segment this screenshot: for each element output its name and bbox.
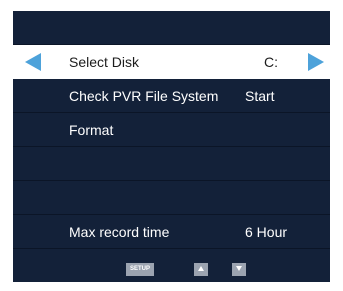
pvr-settings-panel: Select Disk C: Check PVR File System Sta… bbox=[13, 11, 330, 282]
menu-row-disabled bbox=[13, 181, 330, 215]
menu-row-label: Check PVR File System bbox=[69, 88, 219, 104]
key-hint-bar: SETUP bbox=[13, 259, 330, 282]
menu-row-select-disk[interactable]: Select Disk C: bbox=[13, 45, 330, 79]
menu-row-label: Max record time bbox=[69, 224, 170, 240]
menu-header-row bbox=[13, 11, 330, 45]
triangle-down-icon bbox=[236, 265, 242, 271]
up-button[interactable] bbox=[194, 263, 208, 276]
menu-row-value: 6 Hour bbox=[245, 224, 288, 240]
setup-button[interactable]: SETUP bbox=[126, 263, 154, 276]
menu-row-max-record-time[interactable]: Max record time 6 Hour bbox=[13, 215, 330, 249]
arrow-right-icon[interactable] bbox=[308, 53, 324, 71]
menu-row-check-pvr-file-system[interactable]: Check PVR File System Start bbox=[13, 79, 330, 113]
menu-row-disabled bbox=[13, 147, 330, 181]
arrow-left-icon[interactable] bbox=[25, 53, 41, 71]
menu-row-label: Format bbox=[69, 122, 114, 138]
menu-row-label: Select Disk bbox=[69, 54, 140, 70]
menu-row-value: Start bbox=[245, 88, 275, 104]
menu-row-value: C: bbox=[264, 54, 278, 70]
triangle-up-icon bbox=[198, 265, 204, 271]
menu-row-format[interactable]: Format bbox=[13, 113, 330, 147]
down-button[interactable] bbox=[232, 263, 246, 276]
